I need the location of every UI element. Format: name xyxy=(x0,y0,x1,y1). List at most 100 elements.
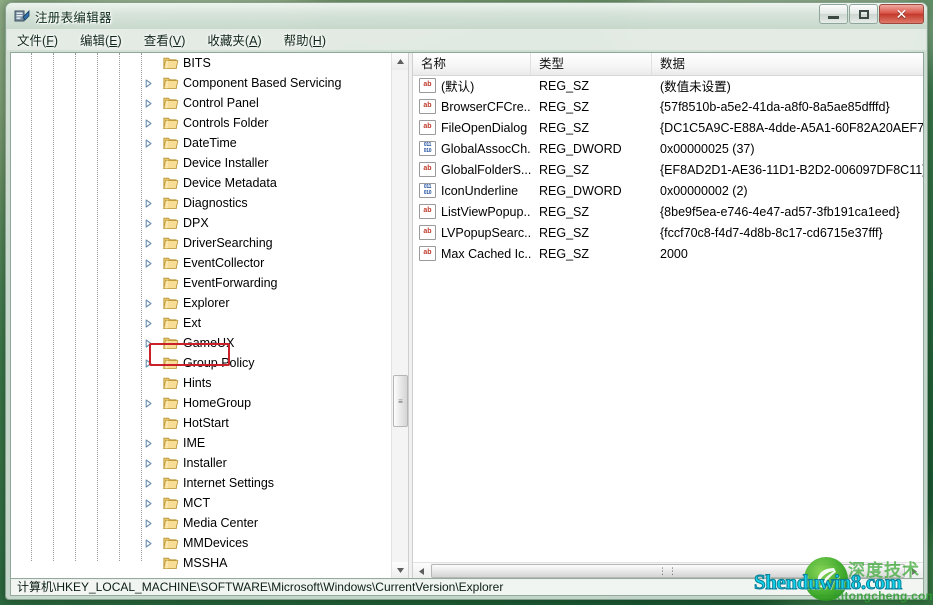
tree-node-ime[interactable]: IME xyxy=(11,433,391,453)
tree-node-homegroup[interactable]: HomeGroup xyxy=(11,393,391,413)
regedit-icon xyxy=(14,8,30,24)
tree-vertical-scrollbar[interactable]: ≡ xyxy=(391,53,408,579)
expand-arrow-icon[interactable] xyxy=(144,519,153,528)
expand-arrow-icon[interactable] xyxy=(144,239,153,248)
expand-arrow-icon[interactable] xyxy=(144,139,153,148)
tree-node-controls-folder[interactable]: Controls Folder xyxy=(11,113,391,133)
table-row[interactable]: 011 010 IconUnderline REG_DWORD 0x00000002 (… xyxy=(413,180,923,201)
tree-node-hotstart[interactable]: HotStart xyxy=(11,413,391,433)
value-data-cell: {EF8AD2D1-AE36-11D1-B2D2-006097DF8C11} xyxy=(660,162,923,177)
tree-node-group-policy[interactable]: Group Policy xyxy=(11,353,391,373)
value-type-cell: REG_DWORD xyxy=(539,183,622,198)
maximize-button[interactable] xyxy=(849,4,878,24)
menu-view[interactable]: 查看(V) xyxy=(144,30,186,49)
tree-node-device-installer[interactable]: Device Installer xyxy=(11,153,391,173)
expand-arrow-icon[interactable] xyxy=(144,79,153,88)
expand-arrow-icon[interactable] xyxy=(144,339,153,348)
value-list[interactable]: ab (默认) REG_SZ (数值未设置) ab BrowserCFCre... REG_… xyxy=(413,75,923,562)
tree-node-eventcollector[interactable]: EventCollector xyxy=(11,253,391,273)
minimize-icon xyxy=(828,16,839,19)
expand-arrow-icon[interactable] xyxy=(144,219,153,228)
tree-node-label: EventCollector xyxy=(183,256,265,270)
tree-node-media-center[interactable]: Media Center xyxy=(11,513,391,533)
value-type-cell: REG_SZ xyxy=(539,99,590,114)
tree-node-mssha[interactable]: MSSHA xyxy=(11,553,391,573)
hscroll-left-button[interactable] xyxy=(413,563,430,579)
registry-tree[interactable]: BITS Component Based Servicing Control Pan… xyxy=(11,53,391,573)
table-row[interactable]: ab Max Cached Ic... REG_SZ 2000 xyxy=(413,243,923,264)
tree-node-component-based-servicing[interactable]: Component Based Servicing xyxy=(11,73,391,93)
expand-arrow-icon[interactable] xyxy=(144,459,153,468)
expand-arrow-icon[interactable] xyxy=(144,119,153,128)
tree-node-device-metadata[interactable]: Device Metadata xyxy=(11,173,391,193)
value-name-text: Max Cached Ic... xyxy=(441,246,531,261)
table-row[interactable]: ab ListViewPopup... REG_SZ {8be9f5ea-e746-4… xyxy=(413,201,923,222)
tree-node-ext[interactable]: Ext xyxy=(11,313,391,333)
scroll-down-button[interactable] xyxy=(392,562,408,579)
column-header-name[interactable]: 名称 xyxy=(413,53,531,75)
expand-arrow-icon[interactable] xyxy=(144,499,153,508)
scroll-up-button[interactable] xyxy=(392,53,408,70)
tree-node-bits[interactable]: BITS xyxy=(11,53,391,73)
tree-node-explorer[interactable]: Explorer xyxy=(11,293,391,313)
string-icon-glyph: ab xyxy=(423,102,432,109)
tree-node-hints[interactable]: Hints xyxy=(11,373,391,393)
tree-node-label: DriverSearching xyxy=(183,236,273,250)
table-row[interactable]: ab GlobalFolderS... REG_SZ {EF8AD2D1-AE36-1… xyxy=(413,159,923,180)
hscroll-thumb[interactable]: ⋮⋮ xyxy=(431,564,905,578)
dword-value-icon: 011 010 xyxy=(419,141,436,156)
tree-scroll-thumb[interactable]: ≡ xyxy=(393,375,408,427)
registry-tree-pane[interactable]: BITS Component Based Servicing Control Pan… xyxy=(11,53,408,579)
tree-node-installer[interactable]: Installer xyxy=(11,453,391,473)
menu-favorites[interactable]: 收藏夹(A) xyxy=(207,30,261,49)
expand-arrow-icon[interactable] xyxy=(144,199,153,208)
folder-icon xyxy=(163,216,179,230)
expand-arrow-icon[interactable] xyxy=(144,399,153,408)
expand-arrow-icon[interactable] xyxy=(144,479,153,488)
tree-node-label: MCT xyxy=(183,496,211,510)
table-row[interactable]: 011 010 GlobalAssocCh... REG_DWORD 0x0000002… xyxy=(413,138,923,159)
string-value-icon: ab xyxy=(419,99,436,114)
value-type-cell: REG_SZ xyxy=(539,204,590,219)
registry-values-pane[interactable]: 名称 类型 数据 ab (默认) REG_SZ (数值未设置) ab BrowserCFC… xyxy=(413,53,923,579)
value-data-cell: 2000 xyxy=(660,246,688,261)
expand-arrow-icon[interactable] xyxy=(144,359,153,368)
close-button[interactable]: ✕ xyxy=(879,4,924,24)
tree-node-datetime[interactable]: DateTime xyxy=(11,133,391,153)
tree-node-mmdevices[interactable]: MMDevices xyxy=(11,533,391,553)
column-header-type[interactable]: 类型 xyxy=(531,53,652,75)
value-name-cell: ab ListViewPopup... xyxy=(413,204,531,219)
tree-node-dpx[interactable]: DPX xyxy=(11,213,391,233)
folder-icon xyxy=(163,196,179,210)
expand-arrow-icon[interactable] xyxy=(144,299,153,308)
minimize-button[interactable] xyxy=(819,4,848,24)
menu-file[interactable]: 文件(F) xyxy=(17,30,58,49)
expand-arrow-icon[interactable] xyxy=(144,99,153,108)
column-header-data[interactable]: 数据 xyxy=(652,53,923,75)
expand-arrow-icon[interactable] xyxy=(144,439,153,448)
string-value-icon: ab xyxy=(419,204,436,219)
expand-arrow-icon[interactable] xyxy=(144,259,153,268)
tree-node-driversearching[interactable]: DriverSearching xyxy=(11,233,391,253)
menu-help[interactable]: 帮助(H) xyxy=(284,30,326,49)
list-horizontal-scrollbar[interactable]: ⋮⋮ xyxy=(413,562,923,579)
menu-edit[interactable]: 编辑(E) xyxy=(80,30,122,49)
table-row[interactable]: ab FileOpenDialog REG_SZ {DC1C5A9C-E88A-4dd… xyxy=(413,117,923,138)
table-row[interactable]: ab LVPopupSearc... REG_SZ {fccf70c8-f4d7-4d… xyxy=(413,222,923,243)
tree-node-internet-settings[interactable]: Internet Settings xyxy=(11,473,391,493)
tree-node-label: Device Metadata xyxy=(183,176,277,190)
dword-icon-glyph: 011 010 xyxy=(423,184,432,196)
value-name-text: BrowserCFCre... xyxy=(441,99,531,114)
hscroll-right-button[interactable] xyxy=(906,563,923,579)
tree-node-diagnostics[interactable]: Diagnostics xyxy=(11,193,391,213)
tree-node-control-panel[interactable]: Control Panel xyxy=(11,93,391,113)
tree-node-gameux[interactable]: GameUX xyxy=(11,333,391,353)
folder-icon xyxy=(163,76,179,90)
table-row[interactable]: ab (默认) REG_SZ (数值未设置) xyxy=(413,75,923,96)
list-header: 名称 类型 数据 xyxy=(413,53,923,76)
expand-arrow-icon[interactable] xyxy=(144,319,153,328)
tree-node-mct[interactable]: MCT xyxy=(11,493,391,513)
tree-node-eventforwarding[interactable]: EventForwarding xyxy=(11,273,391,293)
expand-arrow-icon[interactable] xyxy=(144,539,153,548)
table-row[interactable]: ab BrowserCFCre... REG_SZ {57f8510b-a5e2-41… xyxy=(413,96,923,117)
